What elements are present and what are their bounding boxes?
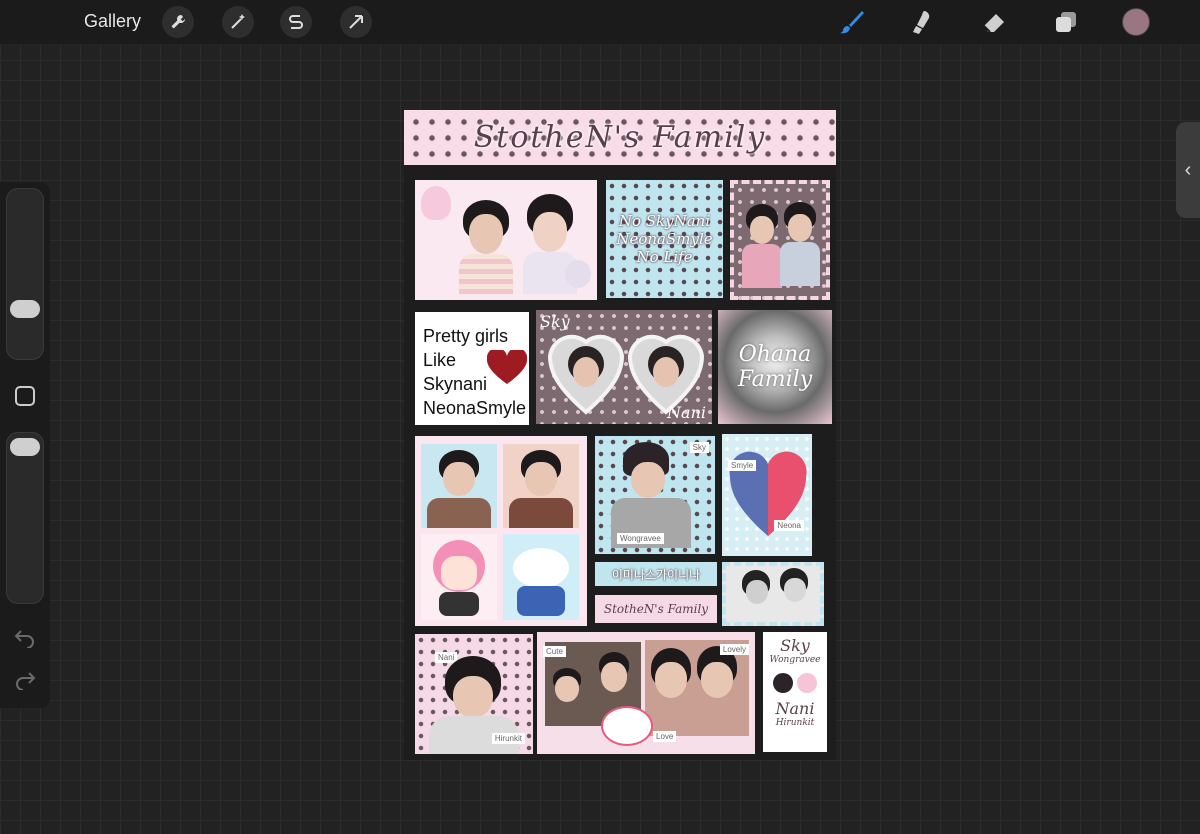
- undo-icon[interactable]: [13, 628, 37, 648]
- person-photo: [780, 202, 820, 286]
- color-picker-button[interactable]: [1122, 8, 1150, 36]
- brush-size-knob[interactable]: [10, 300, 40, 318]
- magic-wand-icon[interactable]: [222, 6, 254, 38]
- locket-card: Sky Nani: [536, 310, 712, 424]
- smudge-icon[interactable]: [906, 6, 938, 38]
- photo-card-my-melody: [415, 180, 597, 300]
- person-photo: [742, 204, 782, 288]
- eraser-icon[interactable]: [978, 6, 1010, 38]
- modify-button[interactable]: [15, 386, 35, 406]
- kuromi-tag-bottom: Wongravee: [617, 533, 664, 544]
- layers-panel-tab[interactable]: ‹: [1176, 122, 1200, 218]
- top-toolbar: Gallery: [0, 0, 1200, 44]
- opacity-slider[interactable]: [6, 432, 44, 604]
- locket-label-right: Nani: [667, 403, 706, 422]
- hirunkit-tag: Hirunkit: [491, 733, 525, 744]
- pretty-girls-line-1: Pretty girls: [423, 326, 509, 346]
- arrow-transform-icon[interactable]: [340, 6, 372, 38]
- brush-icon[interactable]: [836, 6, 868, 38]
- hello-kitty-tile: [503, 534, 579, 620]
- cute-tag: Cute: [543, 646, 566, 657]
- family-strip-text: StotheN's Family: [603, 602, 709, 616]
- selection-s-icon[interactable]: [280, 6, 312, 38]
- ohana-family-card: Ohana Family: [718, 310, 832, 424]
- love-tag: Love: [653, 731, 677, 742]
- redo-icon[interactable]: [13, 670, 37, 690]
- name-card-nani: Nani: [775, 699, 815, 718]
- wrench-icon[interactable]: [162, 6, 194, 38]
- hello-kitty-sticker: [601, 706, 653, 746]
- pink-doll-tile: [421, 534, 497, 620]
- pretty-girls-card: Pretty girls Like Skynani NeonaSmyle: [415, 312, 529, 425]
- banner-title: StotheN's Family: [473, 120, 767, 155]
- kuromi-sticker: [565, 260, 591, 288]
- heart-tag-top: Smyle: [728, 460, 757, 471]
- layers-icon[interactable]: [1050, 6, 1082, 38]
- person-photo: [455, 194, 515, 294]
- kuromi-photo-card: Sky Wongravee: [595, 436, 715, 554]
- selfie-collage-card: Cute Lovely Love: [537, 632, 755, 754]
- name-card-sky: Sky: [780, 636, 810, 655]
- photo-tile: [503, 444, 579, 528]
- family-strip: StotheN's Family: [595, 595, 717, 623]
- left-sidebar: [0, 182, 50, 708]
- ohana-line-1: Ohana: [738, 342, 812, 367]
- opacity-knob[interactable]: [10, 438, 40, 456]
- brush-size-slider[interactable]: [6, 188, 44, 360]
- heart-photo-card: Smyle Neona: [722, 434, 812, 556]
- ohana-line-2: Family: [737, 367, 813, 392]
- kuromi-icon: [773, 673, 793, 693]
- chevron-left-icon: ‹: [1184, 158, 1192, 181]
- drawing-canvas[interactable]: StotheN's Family No SkyNani NeonaSmyle N…: [404, 110, 836, 760]
- name-card: Sky Wongravee Nani Hirunkit: [763, 632, 827, 752]
- lovely-tag: Lovely: [719, 644, 749, 655]
- card-line-1: No SkyNani: [618, 212, 711, 230]
- card-line-2: NeonaSmyle: [616, 230, 713, 248]
- pretty-girls-line-4: NeonaSmyle: [423, 398, 527, 418]
- card-line-3: No Life: [636, 248, 693, 266]
- photo-tile: [421, 444, 497, 528]
- heart-icon: [487, 350, 527, 386]
- my-melody-sticker: [421, 186, 451, 220]
- stamp-photo-card: [730, 180, 830, 300]
- heart-tag-bottom: Neona: [774, 520, 804, 531]
- name-card-hirunkit: Hirunkit: [775, 718, 815, 728]
- title-banner: StotheN's Family: [404, 110, 836, 165]
- four-photo-grid: [415, 436, 587, 626]
- hangul-text: 이미나스가이니나: [611, 567, 701, 582]
- text-card-no-skynani: No SkyNani NeonaSmyle No Life: [606, 180, 723, 298]
- my-melody-icon: [797, 673, 817, 693]
- hangul-strip: 이미나스가이니나: [595, 562, 717, 586]
- gallery-button[interactable]: Gallery: [84, 11, 141, 32]
- bw-stamp-photo: [722, 562, 824, 626]
- kuromi-tag-top: Sky: [689, 442, 709, 453]
- nani-photo-card: Nani Hirunkit: [415, 634, 533, 754]
- name-card-wongravee: Wongravee: [769, 655, 821, 665]
